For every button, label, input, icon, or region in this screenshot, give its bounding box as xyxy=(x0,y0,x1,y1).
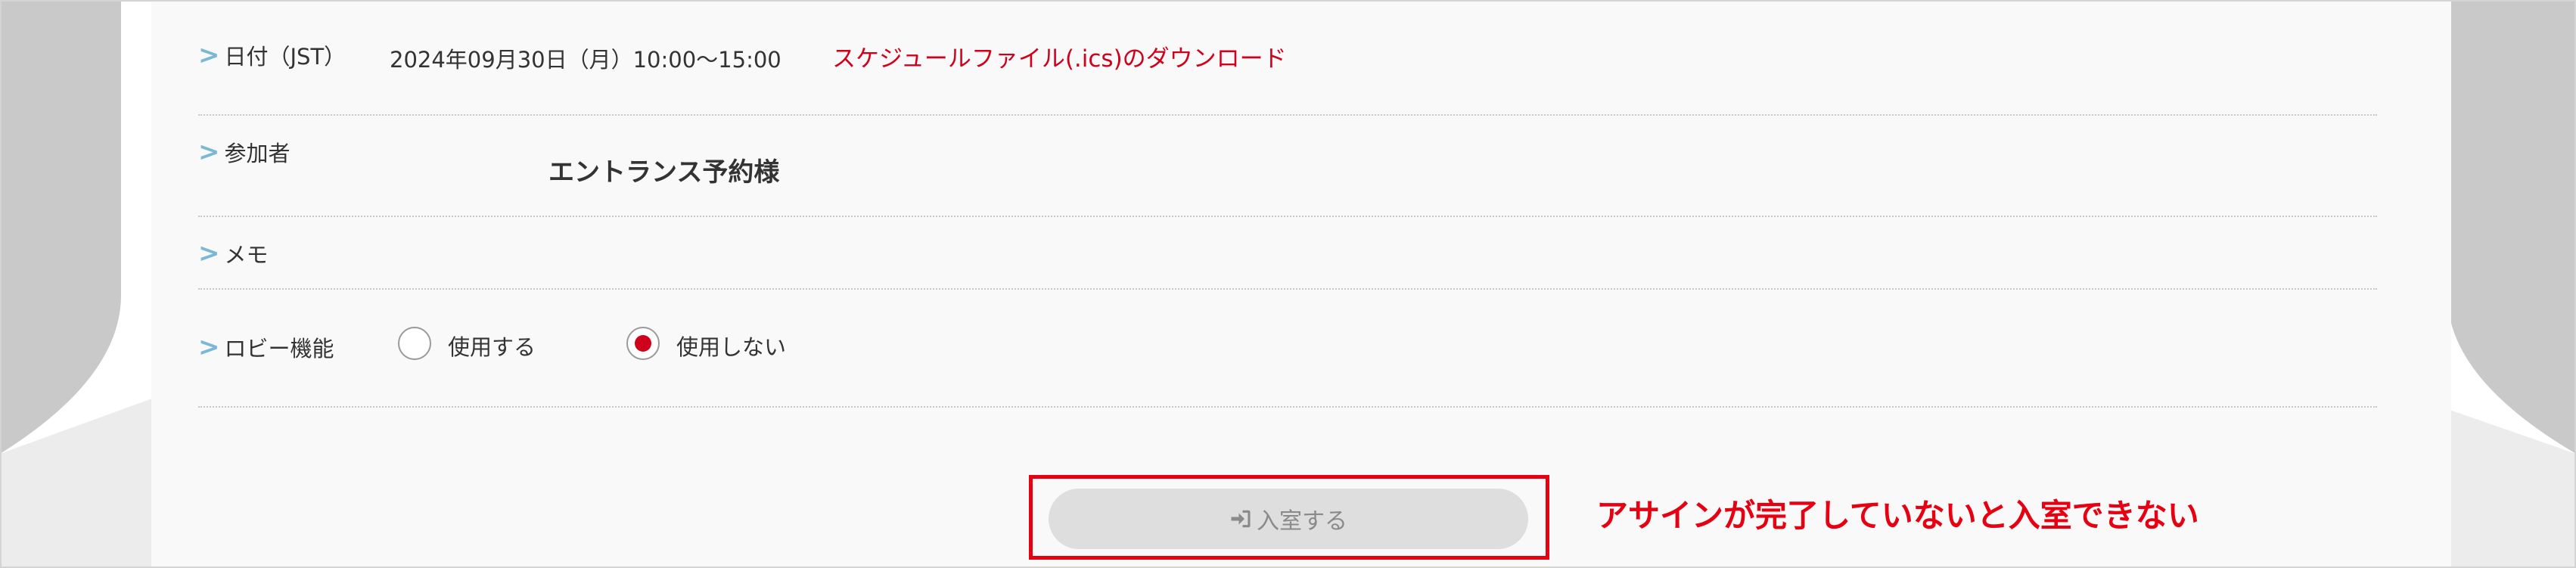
date-row-label: > 日付（JST） xyxy=(198,39,346,71)
memo-label: メモ xyxy=(224,242,269,268)
divider xyxy=(198,216,2377,217)
lobby-use-radio[interactable] xyxy=(398,327,431,360)
enter-room-button[interactable]: 入室する xyxy=(1049,489,1528,549)
annotation-text: アサインが完了していないと入室できない xyxy=(1596,497,2199,534)
left-side-decoration xyxy=(0,0,166,568)
lobby-not-use-radio[interactable] xyxy=(626,327,660,360)
participants-label: 参加者 xyxy=(224,141,291,166)
sign-in-icon xyxy=(1231,510,1251,528)
lobby-label: ロビー機能 xyxy=(224,336,334,362)
chevron-right-icon: > xyxy=(198,40,220,70)
divider xyxy=(198,114,2377,116)
chevron-right-icon: > xyxy=(198,332,220,362)
date-label: 日付（JST） xyxy=(224,44,346,70)
participants-value: エントランス予約様 xyxy=(548,157,780,188)
participants-row-label: > 参加者 xyxy=(198,136,291,168)
divider xyxy=(198,406,2377,408)
ics-download-link[interactable]: スケジュールファイル(.ics)のダウンロード xyxy=(832,39,1287,73)
chevron-right-icon: > xyxy=(198,137,220,167)
chevron-right-icon: > xyxy=(198,238,220,268)
date-value: 2024年09月30日（月）10:00〜15:00 xyxy=(390,47,782,73)
memo-row-label: > メモ xyxy=(198,237,269,269)
lobby-use-label[interactable]: 使用する xyxy=(448,330,536,362)
lobby-row-label: > ロビー機能 xyxy=(198,331,334,363)
divider xyxy=(198,288,2377,290)
lobby-not-use-label[interactable]: 使用しない xyxy=(676,330,786,362)
enter-room-label: 入室する xyxy=(1257,508,1347,535)
